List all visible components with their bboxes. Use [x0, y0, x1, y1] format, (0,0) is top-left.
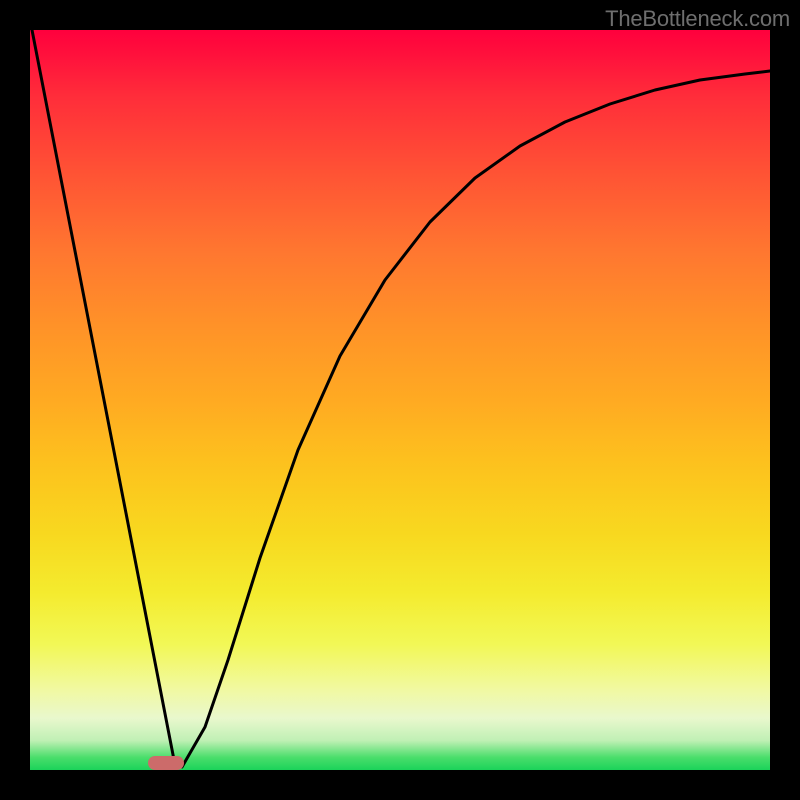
bottleneck-curve [30, 30, 770, 770]
chart-frame: TheBottleneck.com [0, 0, 800, 800]
curve-path [32, 30, 770, 767]
watermark-text: TheBottleneck.com [605, 6, 790, 32]
plot-area [30, 30, 770, 770]
optimal-marker [148, 756, 184, 770]
